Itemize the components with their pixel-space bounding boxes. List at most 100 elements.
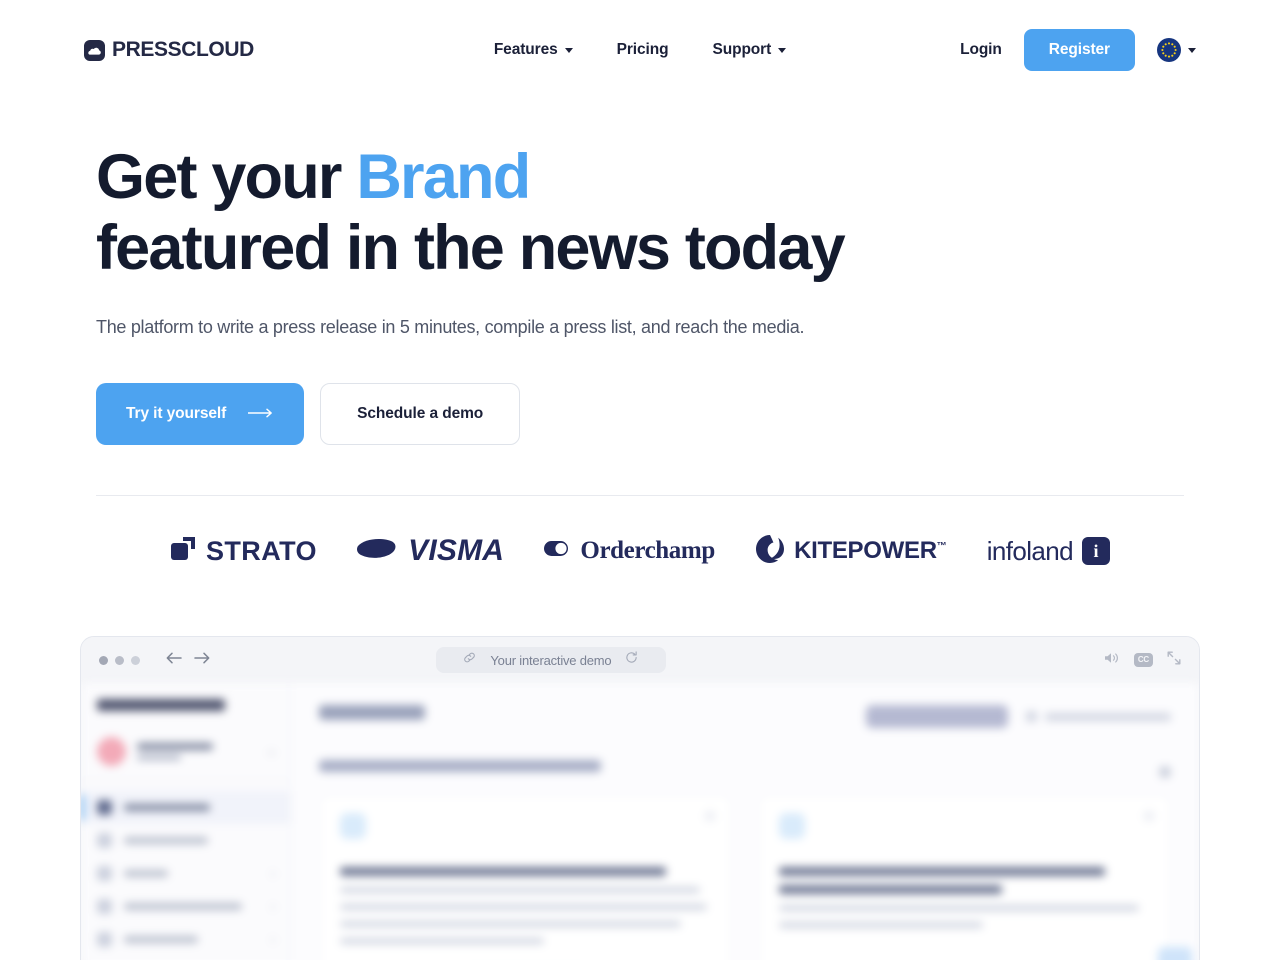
play-icon xyxy=(1026,711,1037,722)
hero-cta-row: Try it yourself Schedule a demo xyxy=(96,383,1184,445)
forward-arrow-icon[interactable] xyxy=(194,651,210,670)
demo-media-controls: CC xyxy=(1104,651,1181,670)
nav-label-pricing: Pricing xyxy=(616,41,669,58)
trademark-symbol: ™ xyxy=(936,541,947,552)
orderchamp-c-icon xyxy=(544,539,571,563)
demo-user-profile[interactable] xyxy=(97,737,276,766)
demo-app-header xyxy=(319,705,1171,728)
sidebar-item-label xyxy=(124,870,168,877)
try-it-yourself-button[interactable]: Try it yourself xyxy=(96,383,305,445)
sidebar-item-label xyxy=(124,804,210,811)
avatar xyxy=(97,737,126,766)
register-button[interactable]: Register xyxy=(1023,29,1135,71)
hero-subtitle: The platform to write a press release in… xyxy=(96,317,805,337)
nav-label-features: Features xyxy=(493,41,558,58)
client-logo-strato: STRATO xyxy=(170,535,317,567)
media-icon xyxy=(97,866,112,881)
client-name-visma: VISMA xyxy=(408,534,505,567)
demo-secondary-link[interactable] xyxy=(1026,711,1171,722)
sidebar-item-label xyxy=(124,837,208,844)
sidebar-item-resources[interactable] xyxy=(81,923,290,956)
sidebar-item-dashboard[interactable] xyxy=(81,791,290,824)
client-name-strato: STRATO xyxy=(206,535,317,566)
infoland-i-badge-icon: i xyxy=(1081,537,1110,565)
chevron-down-icon xyxy=(267,747,276,756)
volume-icon[interactable] xyxy=(1104,651,1120,670)
demo-header-actions xyxy=(866,705,1171,728)
maximize-dot-icon xyxy=(131,655,140,665)
window-control-dots xyxy=(99,655,140,665)
headline-line2: featured in the news today xyxy=(96,213,846,283)
captions-icon[interactable]: CC xyxy=(1133,653,1153,667)
sidebar-item-label xyxy=(124,903,242,910)
demo-app-main xyxy=(291,683,1199,960)
demo-user-text xyxy=(137,743,258,760)
demo-suggestion-card[interactable] xyxy=(758,794,1192,960)
sparkle-icon xyxy=(340,813,366,839)
headline-line1-prefix: Get your xyxy=(96,142,357,212)
settings-icon[interactable] xyxy=(1159,766,1171,778)
sidebar-item-label xyxy=(124,936,198,943)
demo-card-row xyxy=(319,794,1192,960)
demo-side-tab[interactable] xyxy=(1158,947,1192,960)
reload-icon[interactable] xyxy=(625,651,638,669)
eu-flag-icon xyxy=(1157,38,1181,62)
sidebar-item-campaigns[interactable] xyxy=(81,824,290,857)
kitepower-wordmark: KITEPOWER xyxy=(794,537,937,564)
link-icon xyxy=(463,651,476,669)
resources-icon xyxy=(97,932,112,947)
demo-section-heading xyxy=(319,760,601,772)
dashboard-icon xyxy=(97,800,112,815)
site-header: PRESSCLOUD Features Pricing Support Logi… xyxy=(0,0,1280,100)
header-actions: Login Register xyxy=(960,29,1196,71)
client-logo-orderchamp: Orderchamp xyxy=(544,537,715,565)
nav-item-features[interactable]: Features xyxy=(494,41,573,59)
close-icon[interactable] xyxy=(1144,811,1154,821)
arrow-right-icon xyxy=(247,405,274,423)
brand-logo[interactable]: PRESSCLOUD xyxy=(84,38,254,62)
client-logo-infoland: infoland i xyxy=(987,536,1110,567)
strato-square-icon xyxy=(170,535,197,567)
chevron-down-icon xyxy=(778,47,787,53)
language-selector[interactable] xyxy=(1157,38,1196,62)
minimize-dot-icon xyxy=(115,655,124,665)
chevron-down-icon xyxy=(564,47,573,53)
schedule-demo-button[interactable]: Schedule a demo xyxy=(320,383,521,445)
brand-name: PRESSCLOUD xyxy=(112,38,254,61)
close-icon[interactable] xyxy=(705,811,715,821)
primary-cta-label: Try it yourself xyxy=(126,405,227,422)
monitoring-icon xyxy=(97,899,112,914)
sidebar-item-media-monitoring[interactable] xyxy=(81,890,290,923)
demo-app-preview[interactable] xyxy=(81,683,1199,960)
hero-section: Get your Brand featured in the news toda… xyxy=(0,100,1280,445)
client-logo-visma: VISMA xyxy=(357,534,504,568)
client-name-orderchamp: Orderchamp xyxy=(580,537,715,564)
demo-suggestion-card[interactable] xyxy=(319,794,732,960)
chevron-right-icon xyxy=(269,936,275,943)
kitepower-wave-icon xyxy=(755,534,785,569)
headline-accent-word: Brand xyxy=(356,142,531,212)
campaigns-icon xyxy=(97,833,112,848)
client-name-infoland: infoland xyxy=(986,535,1074,566)
demo-browser-chrome: Your interactive demo CC xyxy=(81,637,1199,683)
page-title: Get your Brand featured in the news toda… xyxy=(96,142,1184,284)
back-arrow-icon[interactable] xyxy=(166,651,182,670)
demo-address-text: Your interactive demo xyxy=(490,652,612,668)
nav-item-support[interactable]: Support xyxy=(712,41,787,59)
visma-leaf-icon xyxy=(357,536,399,567)
demo-sidebar-logo xyxy=(97,699,225,711)
nav-label-support: Support xyxy=(712,41,772,58)
chevron-right-icon xyxy=(269,870,275,877)
login-link[interactable]: Login xyxy=(960,41,1002,59)
demo-app-sidebar xyxy=(81,683,291,960)
demo-primary-button[interactable] xyxy=(866,705,1008,728)
divider xyxy=(81,780,290,781)
chevron-right-icon xyxy=(269,903,275,910)
client-name-kitepower: KITEPOWER™ xyxy=(794,537,947,565)
demo-address-bar[interactable]: Your interactive demo xyxy=(435,647,666,673)
nav-item-pricing[interactable]: Pricing xyxy=(617,41,669,59)
client-logo-strip: STRATO VISMA Orderchamp KITEPOWER™ infol… xyxy=(96,496,1184,606)
sparkle-icon xyxy=(779,813,805,839)
fullscreen-icon[interactable] xyxy=(1167,651,1181,670)
sidebar-item-media[interactable] xyxy=(81,857,290,890)
